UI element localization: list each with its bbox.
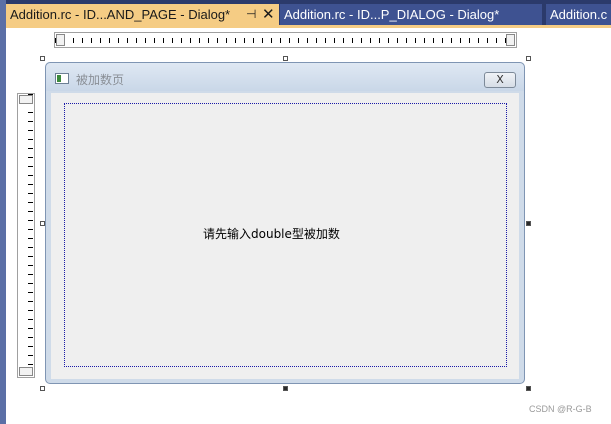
- ruler-right-handle[interactable]: [506, 34, 515, 46]
- close-icon[interactable]: X: [484, 72, 516, 88]
- tab-addition-rc-p-dialog[interactable]: Addition.rc - ID...P_DIALOG - Dialog*: [280, 4, 542, 25]
- horizontal-ruler[interactable]: [54, 32, 517, 48]
- dialog-window[interactable]: 被加数页 X 请先输入double型被加数: [45, 62, 525, 384]
- tab-label: Addition.rc - ID...AND_PAGE - Dialog*: [10, 7, 231, 22]
- watermark: CSDN @R-G-B: [529, 404, 592, 414]
- close-icon[interactable]: ✕: [262, 4, 275, 25]
- ruler-bottom-handle[interactable]: [19, 367, 33, 376]
- tab-addition-c[interactable]: Addition.c: [546, 4, 611, 25]
- resize-handle-top: [283, 56, 288, 61]
- ruler-top-handle[interactable]: [19, 95, 33, 104]
- resize-handle-top-left: [40, 56, 45, 61]
- tab-label: Addition.rc - ID...P_DIALOG - Dialog*: [284, 7, 500, 22]
- tab-addition-rc-and-page[interactable]: Addition.rc - ID...AND_PAGE - Dialog* ⊣ …: [6, 4, 279, 25]
- vertical-ruler[interactable]: [17, 93, 35, 378]
- resize-handle-bottom[interactable]: [283, 386, 288, 391]
- static-text-prompt[interactable]: 请先输入double型被加数: [203, 225, 340, 242]
- pin-icon[interactable]: ⊣: [246, 4, 256, 25]
- resize-handle-bottom-right[interactable]: [526, 386, 531, 391]
- tab-label: Addition.c: [550, 7, 608, 22]
- dialog-client-area[interactable]: 请先输入double型被加数: [51, 93, 519, 379]
- ruler-left-handle[interactable]: [56, 34, 65, 46]
- resize-handle-top-right: [526, 56, 531, 61]
- resize-handle-right[interactable]: [526, 221, 531, 226]
- dialog-title-bar[interactable]: 被加数页 X: [46, 63, 524, 91]
- resize-handle-bottom-left: [40, 386, 45, 391]
- dialog-app-icon: [55, 73, 69, 84]
- dialog-title: 被加数页: [76, 73, 125, 87]
